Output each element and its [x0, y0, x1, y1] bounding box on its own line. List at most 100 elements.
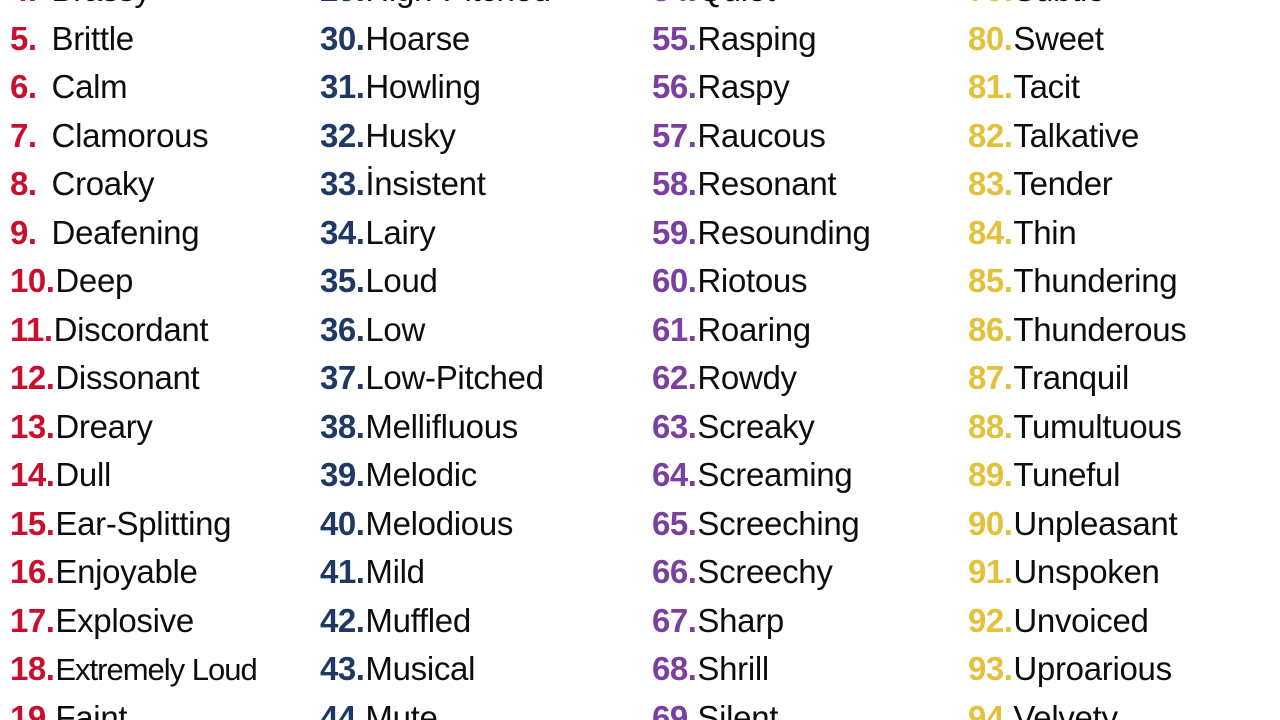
word-list-item: 18. Extremely Loud [10, 645, 312, 694]
word-list-item-number: 64. [652, 456, 697, 493]
word-list-item: 68. Shrill [652, 645, 960, 694]
word-list-item-number: 68. [652, 650, 697, 687]
word-list-item-label: Faint [55, 698, 128, 720]
word-list-item-label: Resounding [697, 213, 871, 251]
word-list-columns: 4.Brassy 5. Brittle 6. Calm 7. Clamorous 8. Croa… [0, 0, 1280, 720]
word-list-item: 66. Screechy [652, 548, 960, 597]
word-list-item-number: 4. [10, 0, 52, 15]
word-list-item-number: 35. [320, 262, 365, 299]
word-list-item-label: Loud [365, 262, 438, 299]
word-list-item-label: Deep [55, 262, 134, 299]
word-list-item-number: 63. [652, 407, 697, 445]
word-list-item-label: Brittle [51, 19, 135, 57]
word-list-item-number: 12. [10, 359, 55, 396]
word-list-item: 85. Thundering [968, 257, 1280, 306]
word-list-item-label: Musical [365, 650, 476, 687]
word-list-item: 37. Low-Pitched [320, 354, 642, 403]
word-list-item-label: Unvoiced [1013, 601, 1149, 639]
word-list-item-number: 79. [968, 0, 1013, 15]
word-list-item: 89. Tuneful [968, 451, 1280, 500]
word-list-item-label: Dreary [55, 407, 153, 445]
word-list-item-label: Enjoyable [55, 553, 198, 590]
word-list-item-number: 29. [320, 0, 365, 15]
word-list-column-4: 79.Subtle80.Sweet81.Tacit82.Talkative83.… [960, 0, 1280, 720]
word-list-item-label: Husky [365, 116, 456, 154]
word-list-item-label: Low [365, 310, 426, 348]
word-list-item-label: Rowdy [697, 359, 797, 396]
word-list-item-label: Muffled [365, 601, 471, 639]
word-list-item-number: 32. [320, 116, 365, 154]
word-list-item-label: Lairy [365, 213, 436, 251]
word-list-item-number: 33. [320, 165, 365, 202]
word-list-item-label: Quiet [697, 0, 775, 15]
word-list-item-number: 17. [10, 601, 55, 639]
word-list-item-number: 61. [652, 310, 697, 348]
word-list-item-number: 66. [652, 553, 697, 590]
word-list-item: 19. Faint [10, 694, 312, 720]
word-list-item-label: Deafening [51, 213, 200, 251]
word-list-item-number: 82. [968, 116, 1013, 154]
word-list-item: 40. Melodious [320, 500, 642, 549]
word-list-item-number: 39. [320, 456, 365, 493]
word-list-item-label: Shrill [697, 650, 769, 687]
word-list-item-label: Tumultuous [1013, 407, 1182, 445]
word-list-item-label: Clamorous [51, 116, 209, 154]
word-list-item-number: 67. [652, 601, 697, 639]
word-list-item-number: 37. [320, 359, 365, 396]
word-list-item-label: Screechy [697, 553, 833, 590]
word-list-item-number: 15. [10, 504, 55, 542]
word-list-item-label: Tacit [1013, 68, 1080, 105]
word-list-item: 92. Unvoiced [968, 597, 1280, 646]
word-list-item: 93. Uproarious [968, 645, 1280, 694]
word-list-item: 58. Resonant [652, 160, 960, 209]
word-list-item: 29.High-Pitched [320, 0, 642, 15]
word-list-item-label: Screeching [697, 504, 860, 542]
word-list-item-number: 56. [652, 68, 697, 105]
word-list-item-label: Dull [55, 456, 112, 493]
word-list-item-label: Hoarse [365, 19, 470, 57]
word-list-item-number: 41. [320, 553, 365, 590]
word-list-item-number: 58. [652, 165, 697, 202]
word-list-item: 38. Mellifluous [320, 403, 642, 452]
word-list-column-3: 54.Quiet55.Rasping56.Raspy57.Raucous58.R… [642, 0, 960, 720]
word-list-item: 34. Lairy [320, 209, 642, 258]
word-list-item-number: 93. [968, 650, 1013, 687]
word-list-item: 64. Screaming [652, 451, 960, 500]
word-list-item: 7. Clamorous [10, 112, 312, 161]
word-list-item-number: 14. [10, 456, 55, 493]
word-list-item-number: 38. [320, 407, 365, 445]
word-list-item-label: Dissonant [55, 359, 200, 396]
word-list-item-label: Screaming [697, 456, 853, 493]
word-list-item-label: Mellifluous [365, 407, 518, 445]
word-list-item-number: 9. [10, 213, 37, 251]
word-list-item-label: Roaring [697, 310, 811, 348]
word-list-item: 30. Hoarse [320, 15, 642, 64]
word-list-item-label: Thunderous [1013, 310, 1187, 348]
word-list-item-number: 11. [10, 310, 53, 348]
word-list-item-number: 6. [10, 68, 37, 105]
word-list-item: 67. Sharp [652, 597, 960, 646]
word-list-sheet: 4.Brassy 5. Brittle 6. Calm 7. Clamorous 8. Croa… [0, 0, 1280, 720]
word-list-item: 60. Riotous [652, 257, 960, 306]
word-list-item-label: İnsistent [365, 165, 486, 202]
word-list-item: 11. Discordant [10, 306, 312, 355]
word-list-item-label: Thin [1013, 213, 1077, 251]
word-list-item: 69. Silent [652, 694, 960, 720]
word-list-item-label: Unspoken [1013, 553, 1160, 590]
word-list-item-label: High-Pitched [365, 0, 551, 15]
word-list-item-number: 55. [652, 19, 697, 57]
word-list-item: 91. Unspoken [968, 548, 1280, 597]
word-list-item: 39. Melodic [320, 451, 642, 500]
word-list-item-number: 69. [652, 698, 697, 720]
word-list-item-number: 62. [652, 359, 697, 396]
word-list-item: 41. Mild [320, 548, 642, 597]
word-list-item: 6. Calm [10, 63, 312, 112]
word-list-item-label: Raucous [697, 116, 826, 154]
word-list-item-label: Velvety [1013, 698, 1118, 720]
word-list-item-label: Melodious [365, 504, 514, 542]
word-list-item-number: 90. [968, 504, 1013, 542]
word-list-item-number: 65. [652, 504, 697, 542]
word-list-item-label: Tender [1013, 165, 1113, 202]
word-list-item-label: Raspy [697, 68, 790, 105]
word-list-item-label: Screaky [697, 407, 815, 445]
